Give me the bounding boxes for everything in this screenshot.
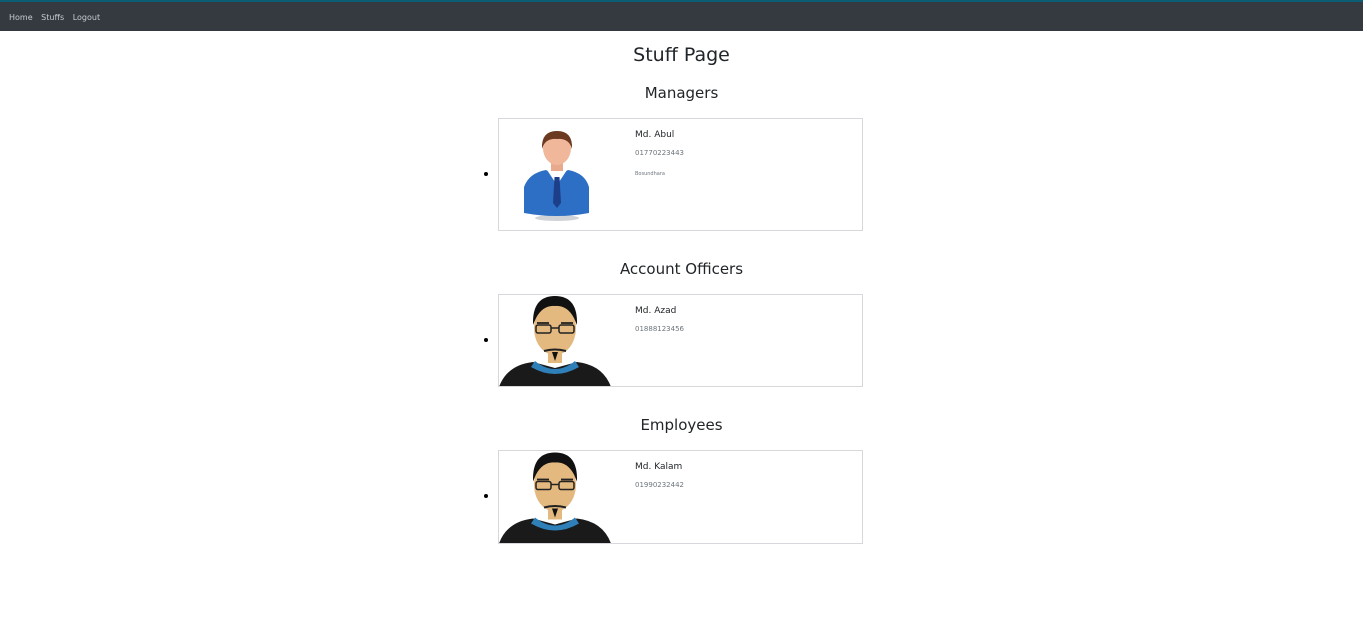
- page-title: Stuff Page: [633, 44, 730, 66]
- list-bullet: [484, 172, 488, 176]
- staff-name: Md. Abul: [635, 130, 675, 140]
- staff-card-account-officer: Md. Azad 01888123456: [498, 294, 863, 387]
- nav-home-link[interactable]: Home: [9, 13, 33, 22]
- staff-phone: 01770223443: [635, 149, 684, 157]
- staff-phone: 01888123456: [635, 325, 684, 333]
- nav-logout-link[interactable]: Logout: [73, 13, 100, 22]
- nav-stuffs-link[interactable]: Stuffs: [41, 13, 64, 22]
- staff-card-manager: Md. Abul 01770223443 Bosundhara: [498, 118, 863, 231]
- nav-links: Home Stuffs Logout: [9, 13, 106, 22]
- staff-name: Md. Azad: [635, 306, 677, 316]
- manager-avatar-icon: [524, 131, 589, 221]
- list-bullet: [484, 338, 488, 342]
- section-title-employees: Employees: [640, 416, 723, 434]
- list-bullet: [484, 494, 488, 498]
- section-title-managers: Managers: [644, 84, 719, 102]
- top-navbar: Home Stuffs Logout: [0, 0, 1363, 31]
- man-glasses-avatar-icon: [499, 452, 611, 543]
- staff-address: Bosundhara: [635, 171, 665, 177]
- staff-phone: 01990232442: [635, 481, 684, 489]
- staff-name: Md. Kalam: [635, 462, 683, 472]
- section-title-account-officers: Account Officers: [619, 260, 744, 278]
- man-glasses-avatar-icon: [499, 296, 611, 386]
- staff-card-employee: Md. Kalam 01990232442: [498, 450, 863, 544]
